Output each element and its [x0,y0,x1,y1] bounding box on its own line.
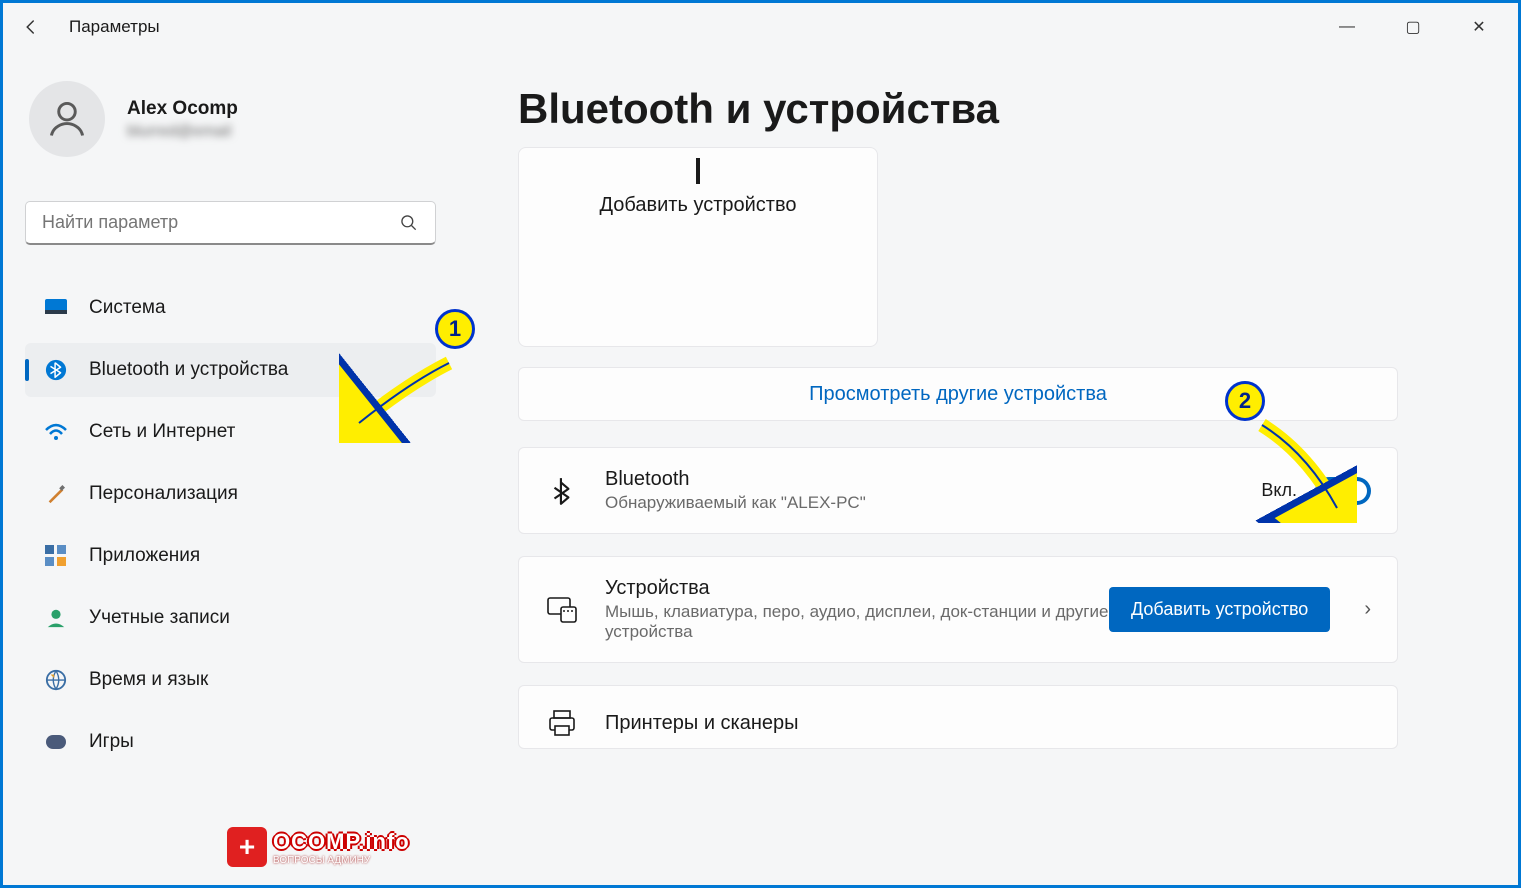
printers-row[interactable]: Принтеры и сканеры [518,685,1398,749]
printers-row-title: Принтеры и сканеры [605,712,1371,735]
sidebar-item-label: Приложения [89,545,200,567]
minimize-button[interactable]: — [1332,18,1362,36]
annotation-marker-2: 2 [1225,381,1265,421]
person-icon [45,97,89,141]
back-button[interactable] [21,17,41,37]
close-button[interactable]: ✕ [1464,17,1494,37]
sidebar-item-personalization[interactable]: Персонализация [25,467,436,521]
search-icon [399,213,419,233]
add-device-label: Добавить устройство [519,194,877,217]
sidebar-item-label: Игры [89,731,134,753]
chevron-right-icon: › [1364,598,1371,621]
sidebar-item-label: Время и язык [89,669,208,691]
arrow-left-icon [22,18,40,36]
sidebar-item-label: Сеть и Интернет [89,421,235,443]
add-device-button[interactable]: Добавить устройство [1109,587,1330,632]
bluetooth-row-subtitle: Обнаруживаемый как "ALEX-PC" [605,493,1261,513]
avatar [29,81,105,157]
page-title: Bluetooth и устройства [518,85,1478,133]
sidebar: Alex Ocomp blurred@email Система Bluetoo… [3,51,458,885]
search-box[interactable] [25,201,436,245]
profile-block[interactable]: Alex Ocomp blurred@email [25,81,436,157]
watermark: + OCOMP.info ВОПРОСЫ АДМИНУ [227,827,410,867]
watermark-badge-icon: + [227,827,267,867]
watermark-text: OCOMP.info [273,829,410,855]
annotation-marker-1: 1 [435,309,475,349]
window-controls: — ▢ ✕ [1332,17,1518,37]
sidebar-item-time-language[interactable]: Время и язык [25,653,436,707]
main-content: Bluetooth и устройства Добавить устройст… [458,51,1518,885]
profile-email: blurred@email [127,123,238,141]
annotation-marker-1-label: 1 [449,316,461,342]
brush-icon [43,481,69,507]
sidebar-item-label: Учетные записи [89,607,230,629]
bluetooth-icon [43,357,69,383]
accounts-icon [43,605,69,631]
globe-icon [43,667,69,693]
devices-row-title: Устройства [605,577,1109,600]
annotation-marker-2-label: 2 [1239,388,1251,414]
plus-icon [696,158,700,184]
add-device-button-label: Добавить устройство [1131,599,1308,619]
sidebar-item-label: Персонализация [89,483,238,505]
bluetooth-row-title: Bluetooth [605,468,1261,491]
games-icon [43,729,69,755]
apps-icon [43,543,69,569]
annotation-arrow-2 [1237,413,1357,523]
wifi-icon [43,419,69,445]
bluetooth-icon [545,474,579,508]
maximize-button[interactable]: ▢ [1398,17,1428,37]
sidebar-item-gaming[interactable]: Игры [25,715,436,769]
sidebar-item-system[interactable]: Система [25,281,436,335]
title-bar: Параметры — ▢ ✕ [3,3,1518,51]
watermark-subtext: ВОПРОСЫ АДМИНУ [273,855,410,866]
sidebar-item-accounts[interactable]: Учетные записи [25,591,436,645]
devices-icon [545,593,579,627]
annotation-arrow-1 [339,353,469,443]
search-input[interactable] [42,212,399,233]
add-device-card[interactable]: Добавить устройство [518,147,878,347]
sidebar-item-label: Система [89,297,166,319]
view-other-devices-label: Просмотреть другие устройства [809,383,1107,406]
sidebar-item-label: Bluetooth и устройства [89,359,288,381]
printer-icon [545,706,579,740]
app-title: Параметры [69,17,160,37]
profile-name: Alex Ocomp [127,98,238,120]
devices-row-subtitle: Мышь, клавиатура, перо, аудио, дисплеи, … [605,602,1109,642]
devices-row[interactable]: Устройства Мышь, клавиатура, перо, аудио… [518,556,1398,663]
system-icon [43,295,69,321]
sidebar-item-apps[interactable]: Приложения [25,529,436,583]
